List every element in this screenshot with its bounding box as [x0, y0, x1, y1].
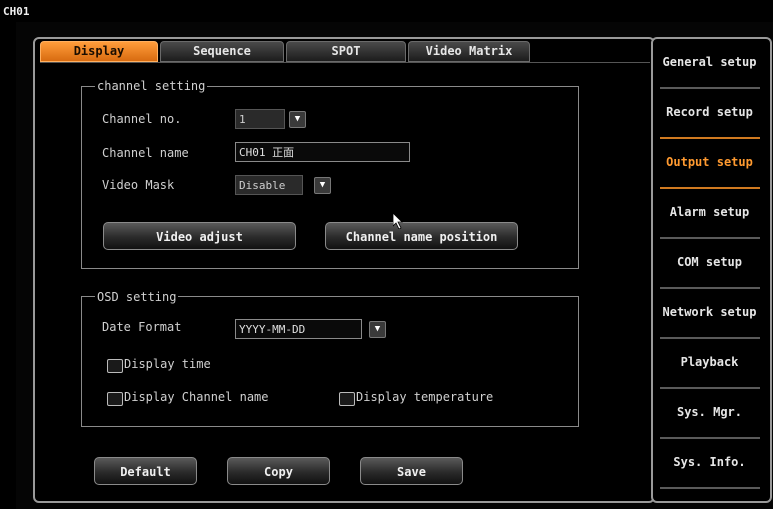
side-item-sys-info[interactable]: Sys. Info.: [653, 438, 766, 487]
video-mask-select[interactable]: Disable: [235, 175, 303, 195]
display-time-label: Display time: [124, 357, 211, 371]
video-adjust-button[interactable]: Video adjust: [103, 222, 296, 250]
display-temperature-checkbox[interactable]: [339, 392, 355, 406]
channel-setting-legend: channel setting: [95, 79, 208, 93]
tab-display[interactable]: Display: [40, 41, 158, 62]
side-item-network-setup[interactable]: Network setup: [653, 288, 766, 337]
tab-bar: Display Sequence SPOT Video Matrix: [40, 41, 532, 63]
display-time-checkbox[interactable]: [107, 359, 123, 373]
mouse-cursor-icon: [393, 213, 403, 229]
side-item-record-setup[interactable]: Record setup: [653, 88, 766, 137]
side-item-playback[interactable]: Playback: [653, 338, 766, 387]
chevron-down-icon[interactable]: ▼: [314, 177, 331, 194]
side-item-sys-mgr[interactable]: Sys. Mgr.: [653, 388, 766, 437]
tab-underline: [40, 62, 650, 63]
tab-spot[interactable]: SPOT: [286, 41, 406, 62]
tab-video-matrix[interactable]: Video Matrix: [408, 41, 530, 62]
title-bar: CH01: [0, 0, 773, 22]
default-button[interactable]: Default: [94, 457, 197, 485]
channel-name-label: Channel name: [102, 146, 189, 160]
channel-name-input[interactable]: CH01 正面: [235, 142, 410, 162]
side-divider: [660, 487, 760, 489]
side-item-alarm-setup[interactable]: Alarm setup: [653, 188, 766, 237]
date-format-select[interactable]: YYYY-MM-DD: [235, 319, 362, 339]
display-channel-name-checkbox[interactable]: [107, 392, 123, 406]
side-item-output-setup[interactable]: Output setup: [653, 138, 766, 187]
chevron-down-icon[interactable]: ▼: [369, 321, 386, 338]
side-item-general-setup[interactable]: General setup: [653, 38, 766, 87]
copy-button[interactable]: Copy: [227, 457, 330, 485]
display-temperature-label: Display temperature: [356, 390, 494, 404]
osd-setting-legend: OSD setting: [95, 290, 179, 304]
tab-sequence[interactable]: Sequence: [160, 41, 284, 62]
channel-no-select[interactable]: 1: [235, 109, 285, 129]
display-channel-name-label: Display Channel name: [124, 390, 269, 404]
date-format-label: Date Format: [102, 320, 182, 334]
video-mask-label: Video Mask: [102, 178, 175, 192]
channel-name-position-button[interactable]: Channel name position: [325, 222, 518, 250]
chevron-down-icon[interactable]: ▼: [289, 111, 306, 128]
window-title: CH01: [3, 5, 30, 18]
side-item-com-setup[interactable]: COM setup: [653, 238, 766, 287]
save-button[interactable]: Save: [360, 457, 463, 485]
channel-no-label: Channel no.: [102, 112, 182, 126]
